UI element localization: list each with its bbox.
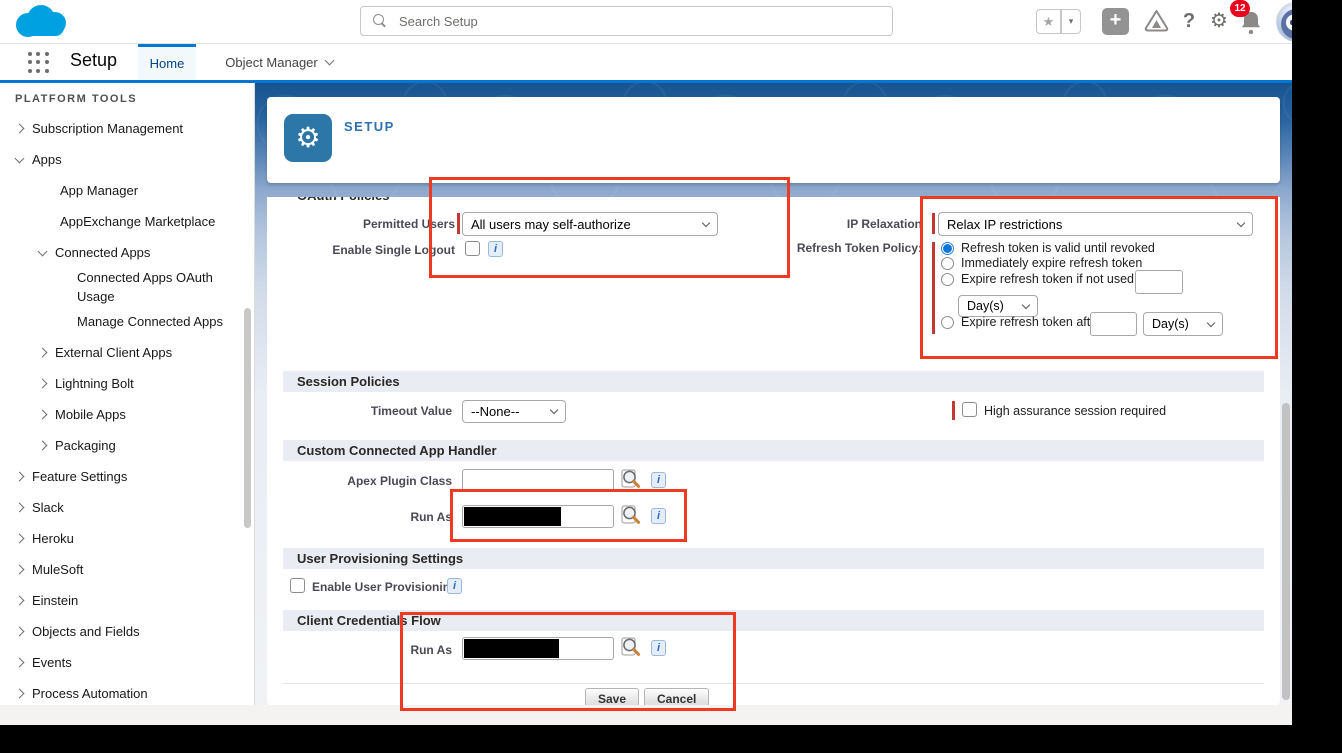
- setup-banner-card: ⚙ SETUP: [267, 97, 1280, 183]
- setup-nav-bar: Setup Home Object Manager: [0, 44, 1292, 83]
- sidebar-item-connected-apps-oauth-usage[interactable]: Connected Apps OAuth Usage: [0, 268, 254, 306]
- sidebar-item-slack[interactable]: Slack: [0, 492, 254, 523]
- trailhead-icon[interactable]: [1142, 7, 1171, 36]
- chevron-right-icon: [15, 534, 25, 544]
- chevron-down-icon: [324, 56, 334, 66]
- app-launcher-icon[interactable]: [28, 52, 50, 74]
- chevron-right-icon: [15, 627, 25, 637]
- chevron-right-icon: [15, 689, 25, 699]
- screenshot-stage: ★ ▾ + ? ⚙ 12 Setup Home Object Manager P…: [0, 0, 1342, 753]
- session-policies-section-header: Session Policies: [283, 371, 1264, 392]
- timeout-value-select[interactable]: --None--: [462, 400, 566, 423]
- setup-gear-icon[interactable]: ⚙: [1206, 7, 1232, 35]
- chevron-right-icon: [38, 379, 48, 389]
- sidebar-scrollbar[interactable]: [244, 308, 251, 528]
- setup-tile-gear-icon: ⚙: [284, 114, 332, 162]
- app-name: Setup: [70, 50, 117, 71]
- chevron-down-icon: [15, 153, 25, 163]
- sidebar-item-einstein[interactable]: Einstein: [0, 585, 254, 616]
- sidebar-item-mulesoft[interactable]: MuleSoft: [0, 554, 254, 585]
- chevron-right-icon: [15, 503, 25, 513]
- notification-badge: 12: [1230, 0, 1250, 17]
- salesforce-logo-icon[interactable]: [14, 4, 70, 40]
- sidebar-item-heroku[interactable]: Heroku: [0, 523, 254, 554]
- custom-handler-section-header: Custom Connected App Handler: [283, 440, 1264, 461]
- quick-create-icon[interactable]: +: [1102, 8, 1129, 35]
- lookup-icon[interactable]: [619, 468, 642, 491]
- chevron-down-icon: [38, 246, 48, 256]
- sidebar-item-apps[interactable]: Apps: [0, 144, 254, 175]
- sidebar-item-mobile-apps[interactable]: Mobile Apps: [0, 399, 254, 430]
- chevron-down-icon: [550, 406, 558, 414]
- enable-user-provisioning-label: Enable User Provisioning: [312, 580, 457, 594]
- annotation-box-refresh-token-policy: [920, 196, 1278, 359]
- chevron-right-icon: [15, 472, 25, 482]
- chevron-right-icon: [15, 658, 25, 668]
- enable-user-provisioning-checkbox[interactable]: [290, 578, 305, 593]
- chevron-right-icon: [38, 348, 48, 358]
- global-search: [360, 6, 893, 36]
- info-icon[interactable]: i: [651, 472, 666, 488]
- annotation-box-client-credentials: [400, 612, 736, 711]
- setup-banner-label: SETUP: [344, 119, 395, 134]
- content-scrollbar[interactable]: [1282, 403, 1290, 700]
- chevron-right-icon: [15, 596, 25, 606]
- run-as-label: Run As: [285, 510, 452, 524]
- favorites-group: ★ ▾: [1036, 9, 1081, 34]
- sidebar-item-appexchange-marketplace[interactable]: AppExchange Marketplace: [0, 206, 254, 237]
- global-header: ★ ▾ + ? ⚙ 12: [0, 0, 1292, 44]
- high-assurance-label: High assurance session required: [984, 404, 1166, 418]
- chevron-right-icon: [38, 441, 48, 451]
- high-assurance-checkbox[interactable]: [962, 402, 977, 417]
- favorites-star-icon[interactable]: ★: [1036, 9, 1061, 34]
- favorites-dropdown-icon[interactable]: ▾: [1061, 9, 1081, 34]
- sidebar-item-events[interactable]: Events: [0, 647, 254, 678]
- required-indicator: [952, 401, 955, 420]
- sidebar-item-app-manager[interactable]: App Manager: [0, 175, 254, 206]
- setup-sidebar: PLATFORM TOOLS Subscription Management A…: [0, 83, 255, 705]
- search-icon: [373, 14, 387, 28]
- help-icon[interactable]: ?: [1178, 8, 1200, 35]
- chevron-right-icon: [15, 565, 25, 575]
- chevron-right-icon: [15, 124, 25, 134]
- sidebar-item-objects-and-fields[interactable]: Objects and Fields: [0, 616, 254, 647]
- user-avatar[interactable]: [1276, 2, 1292, 42]
- sidebar-item-feature-settings[interactable]: Feature Settings: [0, 461, 254, 492]
- search-input[interactable]: [399, 14, 839, 29]
- sidebar-item-lightning-bolt[interactable]: Lightning Bolt: [0, 368, 254, 399]
- annotation-box-permitted-users: [429, 177, 790, 278]
- sidebar-heading: PLATFORM TOOLS: [0, 83, 254, 113]
- tab-object-manager[interactable]: Object Manager: [200, 44, 358, 80]
- user-provisioning-section-header: User Provisioning Settings: [283, 548, 1264, 569]
- info-icon[interactable]: i: [447, 578, 462, 594]
- apex-plugin-class-label: Apex Plugin Class: [285, 474, 452, 488]
- sidebar-item-connected-apps[interactable]: Connected Apps: [0, 237, 254, 268]
- chevron-right-icon: [38, 410, 48, 420]
- tab-home[interactable]: Home: [138, 44, 196, 80]
- sidebar-item-manage-connected-apps[interactable]: Manage Connected Apps: [0, 306, 254, 337]
- annotation-box-run-as: [450, 489, 687, 542]
- timeout-value-label: Timeout Value: [285, 404, 452, 418]
- sidebar-item-external-client-apps[interactable]: External Client Apps: [0, 337, 254, 368]
- sidebar-item-subscription-management[interactable]: Subscription Management: [0, 113, 254, 144]
- sidebar-item-packaging[interactable]: Packaging: [0, 430, 254, 461]
- sidebar-item-process-automation[interactable]: Process Automation: [0, 678, 254, 705]
